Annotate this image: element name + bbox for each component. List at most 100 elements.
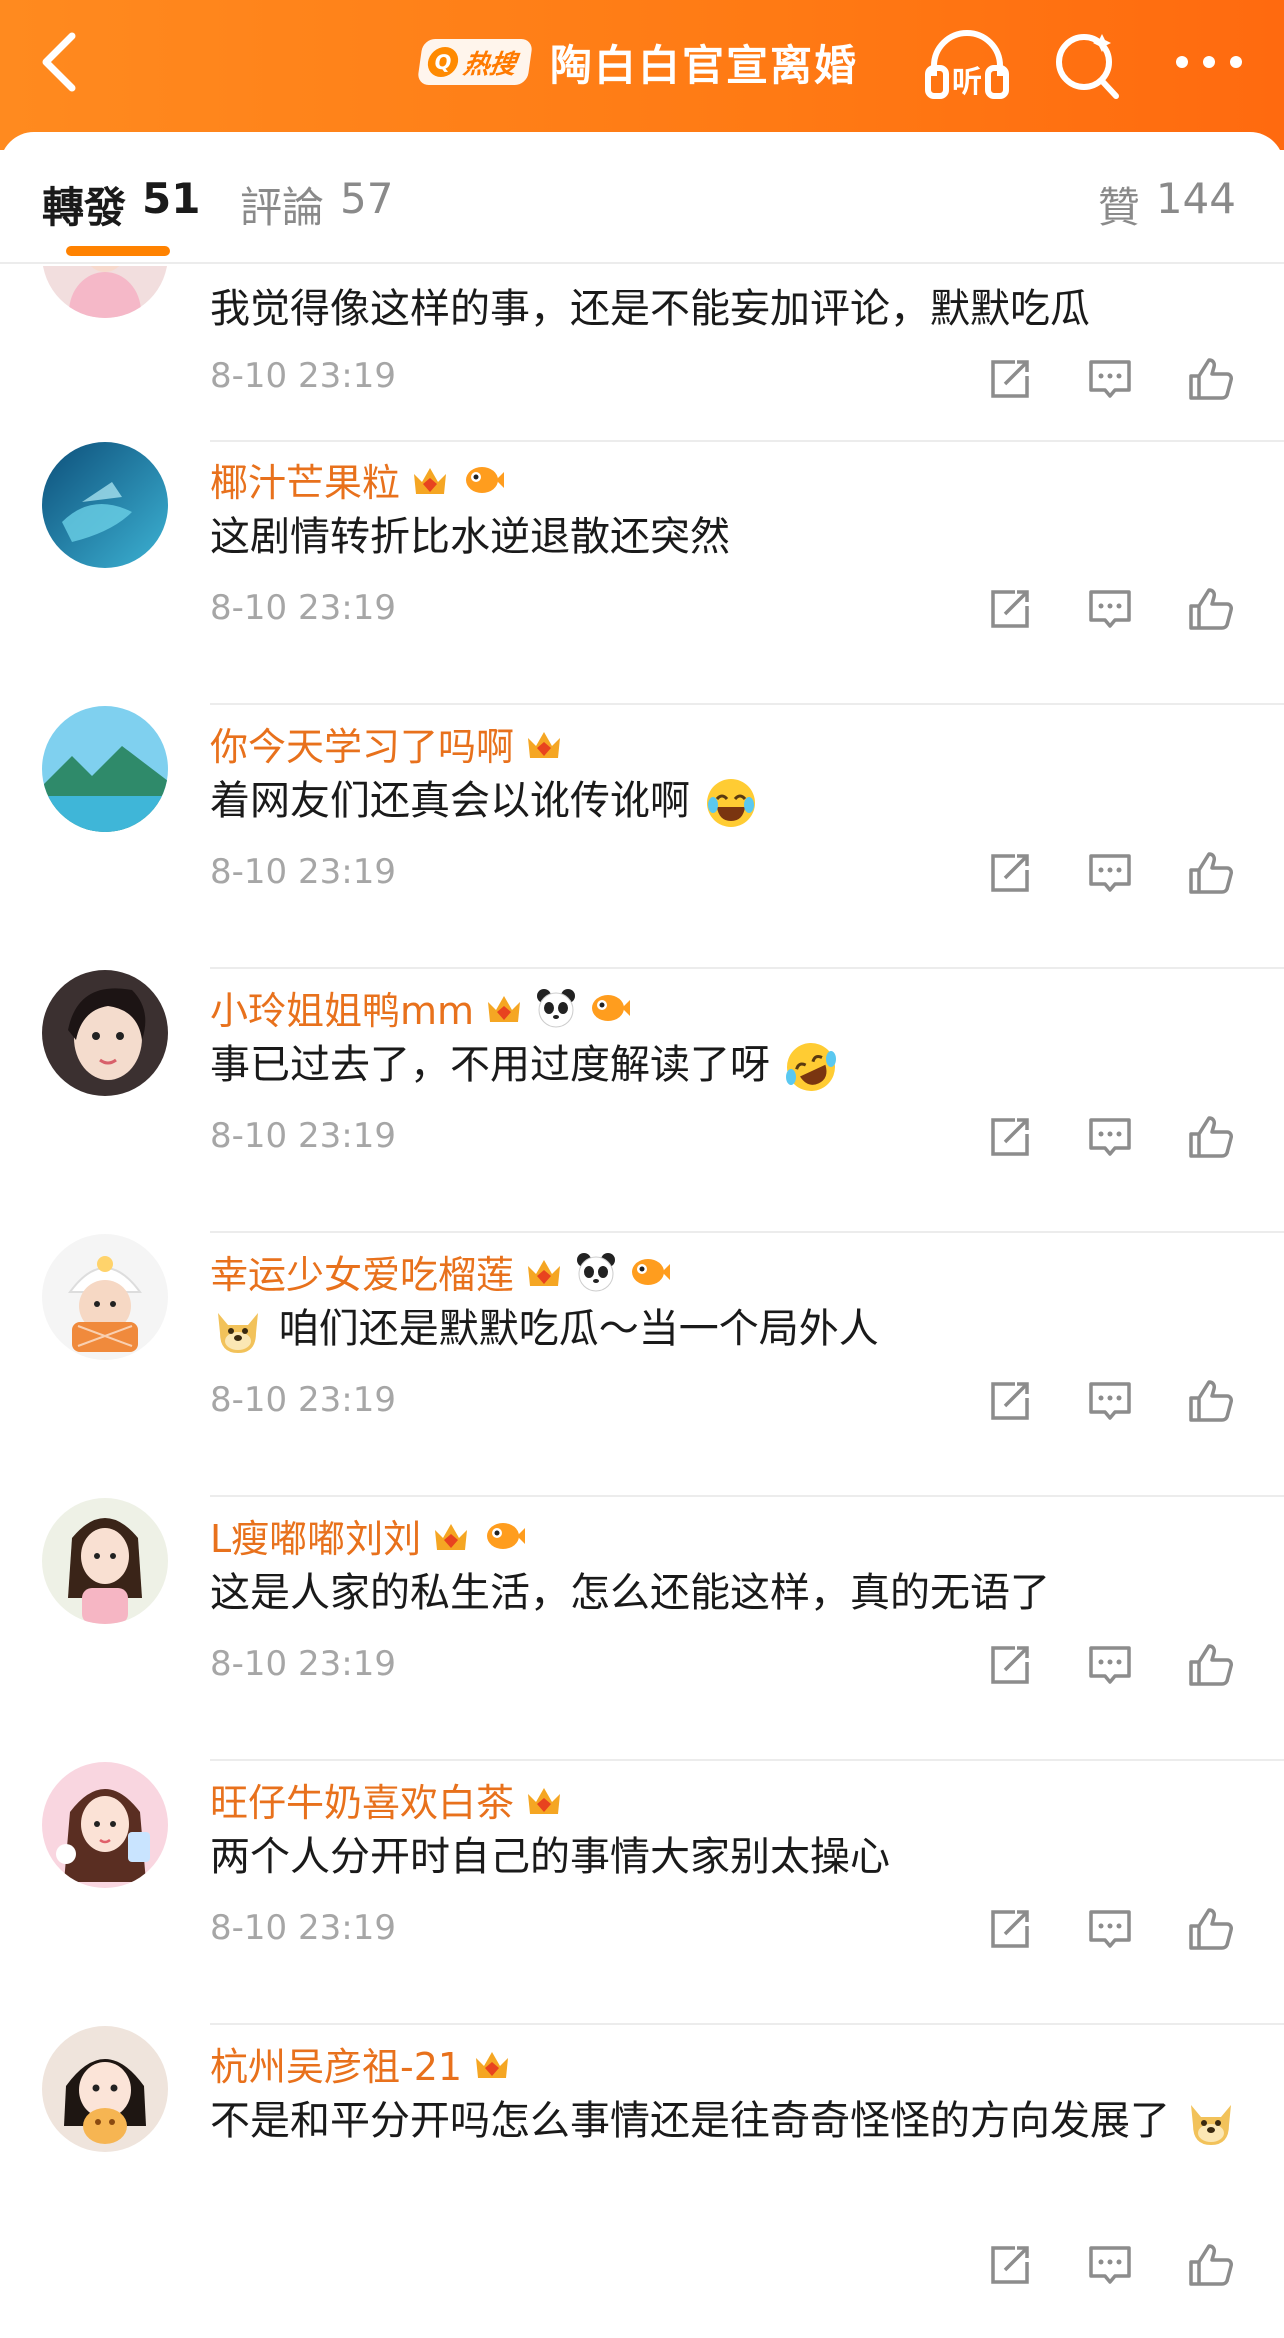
comment-icon[interactable] — [1085, 1904, 1135, 1954]
thumbs-up-icon[interactable] — [1185, 1904, 1235, 1954]
divider — [210, 1495, 1284, 1497]
username[interactable]: 小玲姐姐鸭mm — [210, 980, 631, 1035]
avatar[interactable] — [42, 706, 168, 832]
vip-crown-icon — [528, 1259, 561, 1286]
tab-reposts[interactable]: 轉發 51 — [42, 174, 200, 235]
divider — [210, 1759, 1284, 1761]
repost-icon[interactable] — [985, 1376, 1035, 1426]
search-button[interactable] — [1050, 24, 1126, 104]
search-q-icon: Q — [425, 47, 461, 77]
thumbs-up-icon[interactable] — [1185, 1376, 1235, 1426]
repost-icon[interactable] — [985, 354, 1035, 404]
avatar[interactable] — [42, 1762, 168, 1888]
comment-icon[interactable] — [1085, 1376, 1135, 1426]
more-dots-icon — [1176, 56, 1242, 68]
comment-icon[interactable] — [1085, 584, 1135, 634]
username-text: 小玲姐姐鸭mm — [210, 989, 475, 1033]
username[interactable]: 幸运少女爱吃榴莲 — [210, 1244, 671, 1299]
tab-likes-count: 144 — [1155, 174, 1236, 223]
thumbs-up-icon[interactable] — [1185, 1640, 1235, 1690]
username-text: 幸运少女爱吃榴莲 — [210, 1253, 515, 1297]
laugh-tears-emoji — [706, 779, 755, 827]
comment-icon[interactable] — [1085, 354, 1135, 404]
chevron-left-icon — [42, 32, 76, 92]
comments-sheet: 轉發 51 評論 57 贊 144 我觉得像这样的事，还是不能妄加评论，默默吃瓜… — [0, 132, 1284, 2338]
listen-button[interactable]: 听 — [922, 22, 1012, 106]
vip-crown-icon — [414, 467, 447, 494]
interaction-tabs: 轉發 51 評論 57 贊 144 — [0, 132, 1284, 264]
hot-search-label: 热搜 — [461, 49, 518, 80]
repost-icon[interactable] — [985, 1112, 1035, 1162]
fish-icon — [632, 1258, 671, 1285]
thumbs-up-icon[interactable] — [1185, 2240, 1235, 2290]
fish-icon — [487, 1522, 526, 1549]
username[interactable]: 旺仔牛奶喜欢白茶 — [210, 1772, 566, 1827]
page-title: 陶白白官宣离婚 — [550, 40, 859, 90]
rolling-laugh-emoji — [785, 1043, 836, 1091]
vip-crown-icon — [528, 731, 561, 758]
tab-comments-label: 評論 — [240, 183, 325, 232]
tab-comments[interactable]: 評論 57 — [240, 174, 393, 235]
username[interactable]: 你今天学习了吗啊 — [210, 716, 566, 771]
repost-icon[interactable] — [985, 2240, 1035, 2290]
fish-icon — [592, 994, 631, 1021]
comment-actions — [985, 1376, 1245, 1432]
comment-time: 8-10 23:19 — [210, 1644, 396, 1684]
doge-emoji — [1190, 2105, 1231, 2145]
repost-icon[interactable] — [985, 584, 1035, 634]
divider — [210, 967, 1284, 969]
hot-search-topic[interactable]: Q 热搜 陶白白官宣离婚 — [416, 34, 859, 90]
comment-actions — [985, 354, 1245, 410]
avatar[interactable] — [42, 266, 168, 318]
comment-actions — [985, 848, 1245, 904]
avatar[interactable] — [42, 442, 168, 568]
back-button[interactable] — [28, 22, 98, 102]
tab-reposts-count: 51 — [142, 174, 201, 223]
vip-crown-icon — [488, 995, 521, 1022]
avatar[interactable] — [42, 2026, 168, 2152]
comment-text: 事已过去了，不用过度解读了呀 — [210, 1032, 1250, 1098]
thumbs-up-icon[interactable] — [1185, 354, 1235, 404]
comment-actions — [985, 584, 1245, 640]
thumbs-up-icon[interactable] — [1185, 1112, 1235, 1162]
divider — [210, 703, 1284, 705]
divider — [210, 440, 1284, 442]
tab-likes[interactable]: 贊 144 — [1098, 174, 1236, 235]
comment-time: 8-10 23:19 — [210, 356, 396, 396]
repost-list[interactable]: 我觉得像这样的事，还是不能妄加评论，默默吃瓜 8-10 23:19 椰汁芒果粒 … — [0, 266, 1284, 2338]
repost-icon[interactable] — [985, 1640, 1035, 1690]
doge-emoji — [218, 1313, 258, 1353]
tab-reposts-label: 轉發 — [42, 183, 127, 232]
fish-icon — [466, 466, 505, 493]
comment-time: 8-10 23:19 — [210, 1116, 396, 1156]
comment-text: 两个人分开时自己的事情大家别太操心 — [210, 1834, 890, 1880]
repost-icon[interactable] — [985, 848, 1035, 898]
hot-search-badge: Q 热搜 — [416, 39, 534, 85]
comment-actions — [985, 1640, 1245, 1696]
username-text: 旺仔牛奶喜欢白茶 — [210, 1781, 515, 1825]
divider — [210, 2023, 1284, 2025]
username-text: L瘦嘟嘟刘刘 — [210, 1517, 422, 1561]
comment-icon[interactable] — [1085, 2240, 1135, 2290]
avatar[interactable] — [42, 970, 168, 1096]
panda-icon — [577, 1252, 616, 1291]
comment-text: 不是和平分开吗怎么事情还是往奇奇怪怪的方向发展了 — [210, 2088, 1250, 2154]
comment-text-content: 不是和平分开吗怎么事情还是往奇奇怪怪的方向发展了 — [210, 2098, 1170, 2144]
avatar[interactable] — [42, 1498, 168, 1624]
repost-icon[interactable] — [985, 1904, 1035, 1954]
comment-icon[interactable] — [1085, 848, 1135, 898]
thumbs-up-icon[interactable] — [1185, 584, 1235, 634]
username[interactable]: 杭州吴彦祖-21 — [210, 2036, 514, 2091]
username-text: 杭州吴彦祖-21 — [210, 2045, 463, 2089]
username[interactable]: 椰汁芒果粒 — [210, 452, 505, 507]
avatar[interactable] — [42, 1234, 168, 1360]
search-icon — [1056, 34, 1119, 99]
more-button[interactable] — [1170, 36, 1248, 88]
comment-icon[interactable] — [1085, 1112, 1135, 1162]
username[interactable]: L瘦嘟嘟刘刘 — [210, 1508, 526, 1563]
comment-actions — [985, 1112, 1245, 1168]
tab-likes-label: 贊 — [1097, 183, 1140, 232]
comment-icon[interactable] — [1085, 1640, 1135, 1690]
thumbs-up-icon[interactable] — [1185, 848, 1235, 898]
comment-actions — [985, 1904, 1245, 1960]
